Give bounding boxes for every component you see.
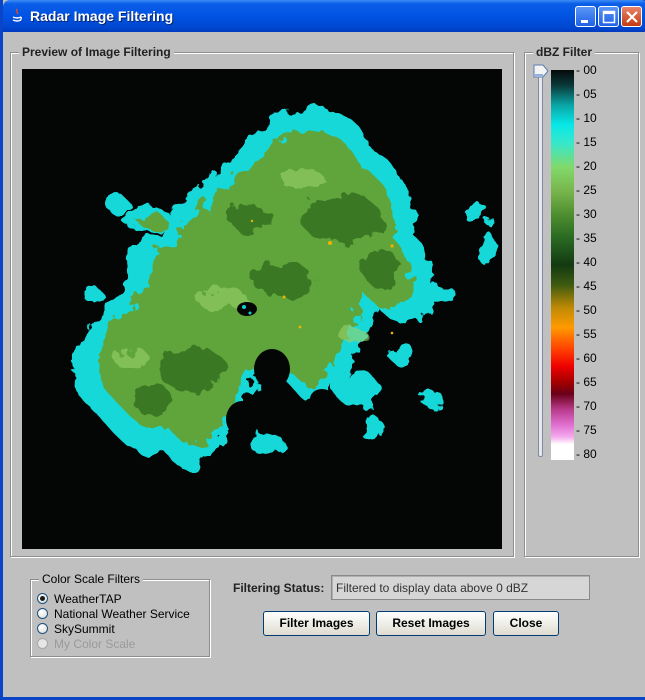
radio-button[interactable] [37,593,48,604]
dbz-scale-label: - 80 [576,447,597,461]
close-window-button[interactable] [621,6,642,27]
dbz-scale-label: - 40 [576,255,597,269]
dbz-color-scale-bar [551,70,574,460]
dbz-scale-label: - 65 [576,375,597,389]
dbz-scale-label: - 35 [576,231,597,245]
window-title: Radar Image Filtering [30,8,174,24]
dbz-scale-label: - 75 [576,423,597,437]
minimize-button[interactable] [575,6,596,27]
dbz-scale-label: - 05 [576,87,597,101]
radio-label: National Weather Service [54,607,190,621]
dbz-scale-label: - 00 [576,63,597,77]
radar-echo-image [72,108,495,472]
dbz-filter-label: dBZ Filter [533,45,595,59]
dbz-scale-label: - 55 [576,327,597,341]
close-button[interactable]: Close [493,611,559,636]
radar-filter-window: Radar Image Filtering Preview of Image F… [0,0,645,700]
preview-group-label: Preview of Image Filtering [19,45,174,59]
maximize-button[interactable] [598,6,619,27]
radio-button[interactable] [37,623,48,634]
dbz-scale-label: - 50 [576,303,597,317]
radio-label: SkySummit [54,622,115,636]
color-scale-filters-label: Color Scale Filters [39,572,144,586]
filtering-status-label: Filtering Status: [233,581,325,595]
dbz-scale-label: - 30 [576,207,597,221]
reset-images-button[interactable]: Reset Images [376,611,486,636]
filter-images-button[interactable]: Filter Images [263,611,370,636]
dbz-scale-label: - 70 [576,399,597,413]
maximize-icon [602,10,616,24]
radio-label: My Color Scale [54,637,136,651]
close-icon [626,11,638,23]
dbz-scale-label: - 60 [576,351,597,365]
dbz-scale-label: - 15 [576,135,597,149]
dbz-scale-label: - 10 [576,111,597,125]
radio-button[interactable] [37,608,48,619]
dbz-slider-thumb[interactable] [533,64,549,78]
radar-preview-image [22,69,502,549]
title-bar[interactable]: Radar Image Filtering [3,0,645,32]
dbz-scale-label: - 25 [576,183,597,197]
window-content: Preview of Image Filtering dBZ Filter - … [6,32,645,697]
dbz-scale-label: - 20 [576,159,597,173]
radio-button [37,638,48,649]
dbz-scale-label: - 45 [576,279,597,293]
java-app-icon [12,8,23,22]
filtering-status-field: Filtered to display data above 0 dBZ [331,575,590,600]
dbz-slider-track[interactable] [538,72,543,457]
minimize-icon [581,20,588,23]
radio-label: WeatherTAP [54,592,122,606]
